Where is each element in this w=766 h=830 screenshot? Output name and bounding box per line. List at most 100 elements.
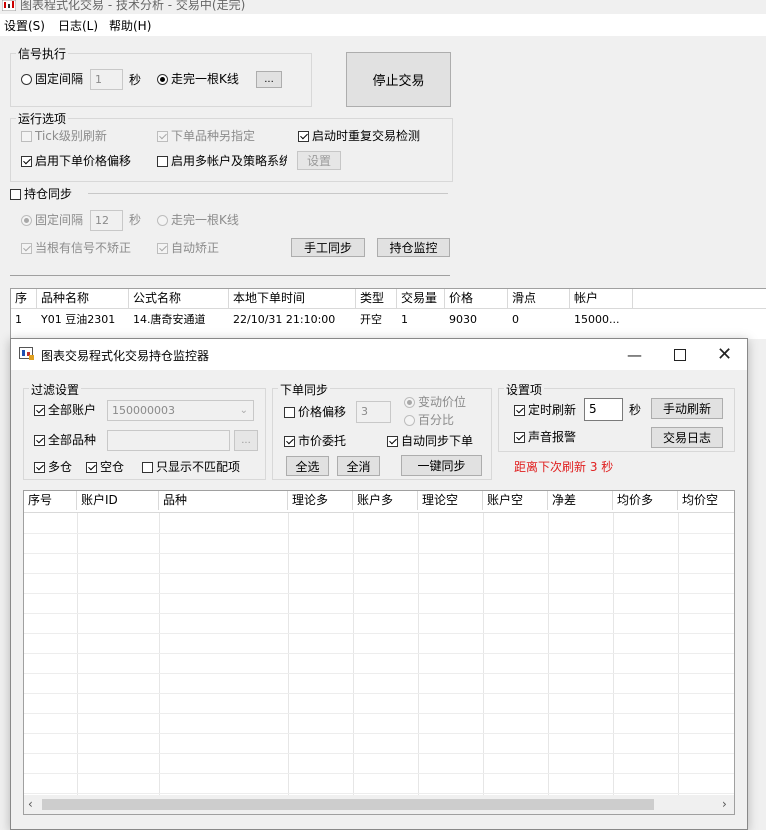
- position-sync-divider: [88, 193, 448, 194]
- close-icon: ✕: [716, 344, 733, 365]
- col-header[interactable]: 净差: [548, 491, 613, 510]
- minimize-icon: —: [627, 345, 642, 364]
- col-header[interactable]: 滑点: [508, 289, 570, 308]
- filter-legend: 过滤设置: [29, 381, 82, 398]
- col-header[interactable]: 帐户: [570, 289, 633, 308]
- dialog-app-icon: [19, 347, 34, 360]
- run-options-legend: 运行选项: [16, 110, 69, 127]
- scrollbar-thumb[interactable]: [42, 799, 654, 810]
- percent-radio[interactable]: 百分比: [404, 412, 454, 428]
- table-cell: 1: [401, 313, 408, 326]
- window-title: 图表程式化交易 - 技术分析 - 交易中(走完): [20, 0, 246, 12]
- stop-trading-button[interactable]: 停止交易: [346, 52, 451, 107]
- col-header[interactable]: 公式名称: [129, 289, 229, 308]
- refresh-seconds-label: 秒: [629, 403, 642, 417]
- price-offset-checkbox[interactable]: 价格偏移: [284, 404, 346, 420]
- signal-interval-input[interactable]: 1: [90, 69, 123, 90]
- settings-legend: 设置项: [504, 381, 545, 398]
- all-accounts-checkbox[interactable]: 全部账户: [34, 402, 96, 418]
- symbol-browse-button[interactable]: ...: [234, 430, 258, 451]
- table-cell: 1: [15, 313, 22, 326]
- manual-refresh-button[interactable]: 手动刷新: [651, 398, 723, 419]
- monitor-table: 序号 账户ID 品种 理论多 账户多 理论空 账户空 净差 均价多 均价空 ‹ …: [23, 490, 735, 815]
- header-separator: [11, 308, 766, 309]
- scroll-right-icon[interactable]: ›: [722, 795, 734, 814]
- manual-sync-button[interactable]: 手工同步: [291, 238, 365, 257]
- select-all-button[interactable]: 全选: [286, 456, 329, 476]
- dialog-title: 图表交易程式化交易持仓监控器: [41, 349, 210, 363]
- trade-log-button[interactable]: 交易日志: [651, 427, 723, 448]
- market-order-checkbox[interactable]: 市价委托: [284, 433, 346, 449]
- symbol-input[interactable]: [107, 430, 230, 451]
- order-symbol-checkbox[interactable]: 下单品种另指定: [157, 128, 255, 144]
- run-settings-button[interactable]: 设置: [297, 151, 341, 170]
- table-cell: 15000...: [574, 313, 620, 326]
- multi-account-checkbox[interactable]: 启用多帐户及策略系统: [157, 153, 287, 169]
- table-cell: 14.唐奇安通道: [133, 313, 206, 326]
- position-monitor-button[interactable]: 持仓监控: [377, 238, 450, 257]
- col-header[interactable]: 品种: [159, 491, 288, 510]
- col-header[interactable]: 账户多: [353, 491, 418, 510]
- close-button[interactable]: ✕: [702, 339, 747, 370]
- tick-change-radio[interactable]: 变动价位: [404, 394, 466, 410]
- col-header[interactable]: 理论多: [288, 491, 353, 510]
- menu-log[interactable]: 日志(L): [58, 17, 98, 34]
- minimize-button[interactable]: —: [612, 339, 657, 370]
- sync-fixed-interval-radio[interactable]: 固定间隔: [21, 212, 83, 228]
- order-sync-legend: 下单同步: [278, 381, 331, 398]
- col-header[interactable]: 序号: [24, 491, 77, 510]
- maximize-button[interactable]: [657, 339, 702, 370]
- sound-alarm-checkbox[interactable]: 声音报警: [514, 429, 576, 445]
- col-header[interactable]: 均价多: [613, 491, 678, 510]
- col-header[interactable]: 品种名称: [37, 289, 129, 308]
- signal-seconds-label: 秒: [129, 73, 142, 87]
- short-checkbox[interactable]: 空仓: [86, 459, 124, 475]
- table-cell: 22/10/31 21:10:00: [233, 313, 336, 326]
- auto-correct-checkbox[interactable]: 自动矫正: [157, 240, 219, 256]
- col-header[interactable]: 交易量: [397, 289, 445, 308]
- mismatch-only-checkbox[interactable]: 只显示不匹配项: [142, 459, 240, 475]
- table-cell: 开空: [360, 313, 382, 326]
- one-click-sync-button[interactable]: 一键同步: [401, 455, 482, 476]
- position-sync-checkbox[interactable]: 持仓同步: [10, 186, 72, 202]
- table-cell: 0: [512, 313, 519, 326]
- orders-table: 序 品种名称 公式名称 本地下单时间 类型 交易量 价格 滑点 帐户 1 Y01…: [10, 288, 766, 339]
- deselect-all-button[interactable]: 全消: [337, 456, 380, 476]
- account-select[interactable]: 150000003 ⌄: [107, 400, 254, 421]
- col-header[interactable]: 价格: [445, 289, 508, 308]
- col-header[interactable]: 本地下单时间: [229, 289, 356, 308]
- menu-help[interactable]: 帮助(H): [109, 17, 151, 34]
- no-correct-checkbox[interactable]: 当根有信号不矫正: [21, 240, 131, 256]
- signal-ellipsis-button[interactable]: ...: [256, 71, 282, 88]
- app-logo-icon: [2, 0, 16, 11]
- col-header[interactable]: 序: [11, 289, 37, 308]
- tick-refresh-checkbox[interactable]: Tick级别刷新: [21, 128, 107, 144]
- signal-fixed-interval-radio[interactable]: 固定间隔: [21, 71, 83, 87]
- long-checkbox[interactable]: 多仓: [34, 459, 72, 475]
- position-monitor-dialog: 图表交易程式化交易持仓监控器 — ✕ 过滤设置 全部账户 150000003 ⌄…: [10, 338, 748, 830]
- section-divider: [10, 275, 450, 276]
- col-header[interactable]: 类型: [356, 289, 397, 308]
- scroll-left-icon[interactable]: ‹: [28, 795, 40, 814]
- auto-sync-checkbox[interactable]: 自动同步下单: [387, 433, 473, 449]
- offset-input[interactable]: 3: [356, 401, 391, 423]
- signal-legend: 信号执行: [16, 45, 69, 62]
- refresh-interval-input[interactable]: 5: [584, 398, 623, 421]
- col-header[interactable]: 账户空: [483, 491, 548, 510]
- table-cell: 9030: [449, 313, 477, 326]
- all-symbols-checkbox[interactable]: 全部品种: [34, 432, 96, 448]
- startup-check-checkbox[interactable]: 启动时重复交易检测: [298, 128, 420, 144]
- col-header[interactable]: 均价空: [678, 491, 734, 510]
- maximize-icon: [673, 348, 686, 361]
- refresh-countdown: 距离下次刷新 3 秒: [514, 460, 614, 474]
- table-cell: Y01 豆油2301: [41, 313, 116, 326]
- sync-interval-input[interactable]: 12: [90, 210, 123, 231]
- col-header[interactable]: 账户ID: [77, 491, 159, 510]
- price-offset-checkbox[interactable]: 启用下单价格偏移: [21, 153, 131, 169]
- sync-finish-bar-radio[interactable]: 走完一根K线: [157, 212, 239, 228]
- header-separator: [24, 512, 734, 513]
- menu-settings[interactable]: 设置(S): [4, 17, 45, 34]
- col-header[interactable]: 理论空: [418, 491, 483, 510]
- signal-finish-bar-radio[interactable]: 走完一根K线: [157, 71, 239, 87]
- timed-refresh-checkbox[interactable]: 定时刷新: [514, 402, 576, 418]
